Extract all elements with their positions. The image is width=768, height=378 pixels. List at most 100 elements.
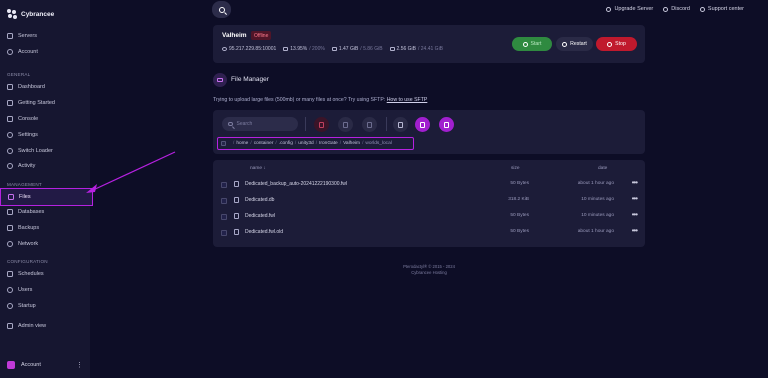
table-row[interactable]: Dedicated.fwl.old 50 Bytes about 1 hour …: [213, 225, 645, 241]
stop-icon: [607, 41, 613, 47]
sidebar-item-files[interactable]: Files: [0, 188, 93, 206]
file-name[interactable]: Dedicated.fwl: [245, 213, 275, 219]
file-search-input[interactable]: Search: [222, 117, 298, 131]
sidebar-item-activity[interactable]: Activity: [7, 160, 35, 172]
column-header-name[interactable]: name ↓: [250, 166, 266, 171]
row-checkbox[interactable]: [221, 214, 227, 220]
sidebar-item-label: Network: [18, 241, 39, 247]
sidebar-item-dashboard[interactable]: Dashboard: [7, 81, 45, 93]
row-checkbox[interactable]: [221, 182, 227, 188]
more-horizontal-icon[interactable]: •••: [632, 226, 638, 235]
sidebar-item-console[interactable]: Console: [7, 113, 38, 125]
search-icon: [218, 6, 225, 13]
sidebar-item-startup[interactable]: Startup: [7, 300, 36, 312]
breadcrumb: / home / container / .config / unity3d /…: [217, 137, 414, 150]
file-name[interactable]: Dedicated.db: [245, 197, 274, 203]
stop-label: Stop: [615, 41, 626, 47]
upload-button[interactable]: [415, 117, 430, 132]
sidebar-item-label: Servers: [18, 33, 37, 39]
file-plus-icon: [444, 121, 449, 128]
sidebar-item-getting-started[interactable]: Getting Started: [7, 97, 55, 109]
global-search-button[interactable]: [212, 1, 231, 18]
section-title-general: GENERAL: [7, 72, 31, 77]
memory-value: 1.47 GiB: [338, 46, 359, 52]
file-size: 50 Bytes: [510, 181, 529, 186]
select-all-checkbox[interactable]: [221, 141, 226, 146]
more-horizontal-icon[interactable]: •••: [632, 194, 638, 203]
page-title: File Manager: [231, 76, 269, 83]
row-checkbox[interactable]: [221, 198, 227, 204]
calendar-icon: [7, 271, 13, 277]
table-row[interactable]: Dedicated_backup_auto-20241222190300.fwl…: [213, 177, 645, 193]
move-button[interactable]: [338, 117, 353, 132]
file-modified: about 1 hour ago: [577, 229, 614, 234]
sidebar-item-network[interactable]: Network: [7, 238, 38, 250]
breadcrumb-item[interactable]: Valheim: [343, 141, 360, 146]
start-button[interactable]: Start: [512, 37, 552, 51]
memory-limit: / 5.86 GiB: [360, 46, 383, 52]
more-horizontal-icon[interactable]: •••: [632, 178, 638, 187]
table-row[interactable]: Dedicated.fwl 50 Bytes 10 minutes ago ••…: [213, 209, 645, 225]
column-header-date[interactable]: date: [598, 166, 607, 171]
sidebar-item-label: Startup: [18, 303, 36, 309]
sftp-help-link[interactable]: How to use SFTP: [387, 97, 428, 103]
sidebar-item-servers[interactable]: Servers: [7, 30, 37, 42]
breadcrumb-item[interactable]: .config: [279, 141, 293, 146]
stop-button[interactable]: Stop: [596, 37, 637, 51]
table-row[interactable]: Dedicated.db 318.2 KiB 10 minutes ago ••…: [213, 193, 645, 209]
sidebar-item-account[interactable]: Account: [7, 46, 38, 58]
sidebar-item-admin-view[interactable]: Admin view: [7, 320, 46, 332]
disk-value: 2.56 GiB: [396, 46, 416, 52]
footer-copyright: Pterodactyl® © 2015 - 2024: [403, 264, 455, 269]
server-card: Valheim Offline 95.217.229.85:10001 13.9…: [213, 25, 645, 63]
discord-label: Discord: [671, 6, 690, 12]
more-horizontal-icon[interactable]: •••: [632, 210, 638, 219]
restart-button[interactable]: Restart: [556, 37, 593, 51]
play-icon: [522, 41, 528, 47]
sidebar-item-label: Users: [18, 287, 33, 293]
delete-button[interactable]: [314, 117, 329, 132]
breadcrumb-item[interactable]: home: [236, 141, 248, 146]
sidebar-item-label: Switch Loader: [18, 148, 53, 154]
disk-stat: 2.56 GiB / 24.41 GiB: [389, 46, 443, 52]
server-address[interactable]: 95.217.229.85:10001: [229, 46, 276, 52]
new-file-button[interactable]: [439, 117, 454, 132]
gear-icon: [7, 132, 13, 138]
file-modified: 10 minutes ago: [581, 197, 614, 202]
support-icon: [699, 6, 705, 12]
sidebar-item-backups[interactable]: Backups: [7, 222, 39, 234]
sidebar-item-settings[interactable]: Settings: [7, 129, 38, 141]
archive-button[interactable]: [362, 117, 377, 132]
column-header-size[interactable]: size: [511, 166, 520, 171]
breadcrumb-item[interactable]: IronGate: [319, 141, 338, 146]
sidebar-item-switch-loader[interactable]: Switch Loader: [7, 145, 53, 157]
globe-icon: [222, 47, 227, 51]
file-modified: 10 minutes ago: [581, 213, 614, 218]
file-name[interactable]: Dedicated.fwl.old: [245, 229, 283, 235]
row-checkbox[interactable]: [221, 230, 227, 236]
upload-icon: [420, 121, 425, 128]
upgrade-server-link[interactable]: Upgrade Server: [606, 6, 653, 12]
more-vertical-icon[interactable]: ⋮: [76, 361, 83, 369]
brand[interactable]: Cybrancee: [7, 9, 54, 19]
breadcrumb-item[interactable]: container: [254, 141, 274, 146]
breadcrumb-item[interactable]: unity3d: [298, 141, 313, 146]
file-name[interactable]: Dedicated_backup_auto-20241222190300.fwl: [245, 181, 347, 187]
sidebar-item-label: Dashboard: [18, 84, 45, 90]
discord-link[interactable]: Discord: [663, 6, 690, 12]
file-icon: [234, 228, 239, 235]
new-folder-button[interactable]: [393, 117, 408, 132]
sidebar-item-schedules[interactable]: Schedules: [7, 268, 44, 280]
sidebar-item-users[interactable]: Users: [7, 284, 32, 296]
sftp-note: Trying to upload large files (500mb) or …: [213, 97, 427, 103]
file-icon: [234, 212, 239, 219]
archive-icon: [7, 225, 13, 231]
sidebar-item-databases[interactable]: Databases: [7, 206, 44, 218]
external-link-icon: [7, 323, 13, 329]
sidebar-item-label: Account: [18, 49, 38, 55]
start-label: Start: [530, 41, 542, 47]
account-bar[interactable]: Account ⋮: [0, 352, 90, 378]
support-center-link[interactable]: Support center: [699, 6, 744, 12]
brand-name: Cybrancee: [21, 10, 55, 18]
memory-icon: [331, 47, 337, 51]
